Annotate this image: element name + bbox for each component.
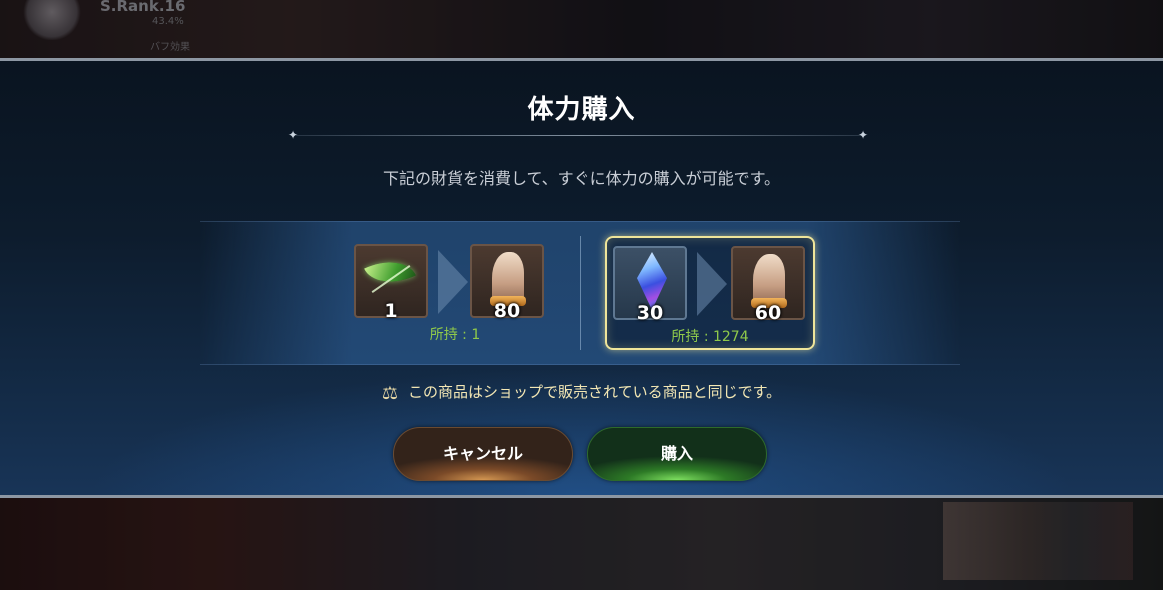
- owned-count: 所持 : 1274: [671, 329, 749, 345]
- player-avatar: [22, 0, 82, 40]
- purchase-option-leaf[interactable]: 1 80 所持 : 1: [350, 236, 560, 350]
- owned-count: 所持 : 1: [429, 327, 481, 343]
- cancel-button[interactable]: キャンセル: [393, 427, 573, 481]
- exp-percent-label: 43.4%: [152, 16, 184, 27]
- reward-quantity: 60: [754, 302, 782, 324]
- title-divider: [296, 135, 866, 136]
- cost-item-slot: 1: [354, 244, 428, 322]
- purchase-option-gem[interactable]: 30 60 所持 : 1274: [605, 236, 815, 350]
- reward-item-slot: 60: [731, 246, 805, 324]
- buff-label: バフ効果: [150, 42, 190, 53]
- arrow-right-icon: [697, 252, 727, 316]
- cost-quantity: 1: [384, 300, 398, 322]
- divider-star-left-icon: ✦: [288, 128, 299, 142]
- shop-notice-text: この商品はショップで販売されている商品と同じです。: [408, 383, 782, 401]
- arrow-right-icon: [438, 250, 468, 314]
- balance-scale-icon: ⚖: [381, 383, 399, 404]
- cost-quantity: 30: [636, 302, 664, 324]
- cost-item-slot: 30: [613, 246, 687, 324]
- dialog-description: 下記の財貨を消費して、すぐに体力の購入が可能です。: [382, 169, 781, 188]
- player-rank-label: S.Rank.16: [100, 0, 186, 15]
- reward-quantity: 80: [493, 300, 521, 322]
- shop-notice: ⚖ この商品はショップで販売されている商品と同じです。: [0, 381, 1163, 404]
- buy-button[interactable]: 購入: [587, 427, 767, 481]
- stamina-purchase-dialog: 体力購入 ✦ ✦ 下記の財貨を消費して、すぐに体力の購入が可能です。 1 80 …: [0, 58, 1163, 498]
- dialog-title: 体力購入: [527, 95, 636, 125]
- divider-star-right-icon: ✦: [858, 128, 869, 142]
- leaf-icon: [364, 250, 416, 294]
- options-separator: [580, 236, 581, 350]
- background-character-thumbnail: [943, 502, 1133, 580]
- reward-item-slot: 80: [470, 244, 544, 322]
